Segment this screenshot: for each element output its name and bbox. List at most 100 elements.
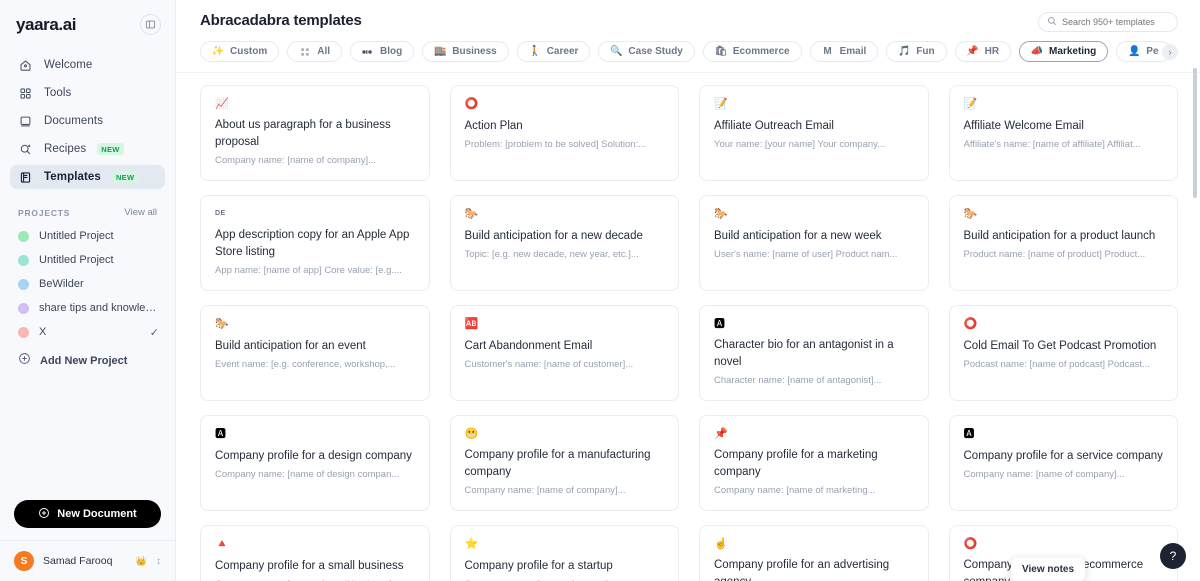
projects-list: Untitled Project Untitled Project BeWild… [0, 224, 175, 344]
chip-custom[interactable]: ✨ Custom [200, 41, 280, 62]
chip-label: Ecommerce [732, 46, 790, 57]
project-color-dot [18, 302, 29, 314]
template-subtitle: Affiliate's name: [name of affiliate] Af… [963, 139, 1141, 150]
template-subtitle: Product name: [name of product] Product.… [963, 249, 1146, 260]
chip-label: Custom [230, 46, 268, 57]
template-card[interactable]: ⭕ Cold Email To Get Podcast Promotion Podc… [948, 305, 1178, 401]
template-subtitle: Company name: [name of marketing... [714, 485, 876, 497]
list-item[interactable]: share tips and knowledg... [0, 296, 175, 320]
chip-fun[interactable]: 🎵 Fun [886, 41, 947, 62]
music-note-icon: 🎵 [898, 46, 911, 57]
list-item[interactable]: Untitled Project [0, 224, 175, 248]
template-card[interactable]: 🐎 Build anticipation for a new week User's… [699, 195, 929, 291]
template-icon: 🆎 [464, 318, 479, 330]
template-subtitle: App name: [name of app] Core value: [e.g… [215, 265, 402, 277]
template-card[interactable]: 🆎 Cart Abandonment Email Customer's name: … [449, 305, 679, 401]
sidebar-item-welcome[interactable]: Welcome [10, 53, 165, 77]
template-icon: ⭐ [464, 538, 479, 550]
category-chip-bar: ✨ Custom All Blog 🏬 Business 🚶 Career 🔍 … [200, 41, 1178, 72]
chip-career[interactable]: 🚶 Career [516, 41, 591, 62]
template-card[interactable]: 🐎 Build anticipation for a product launch… [948, 195, 1178, 291]
sidebar-item-documents[interactable]: Documents [10, 109, 165, 133]
template-icon: 🐎 [963, 208, 978, 220]
list-item[interactable]: Untitled Project [0, 248, 175, 272]
add-new-project-button[interactable]: Add New Project [0, 344, 175, 370]
pushpin-icon: 📌 [966, 46, 979, 57]
scrollbar[interactable] [1193, 68, 1197, 573]
gmail-m-icon: M [823, 46, 832, 57]
chip-ecommerce[interactable]: 🛍 Ecommerce [702, 41, 802, 62]
template-card[interactable]: ⭕ Action Plan Problem: [problem to be solv… [449, 85, 679, 181]
chevron-right-icon[interactable]: › [1162, 44, 1178, 60]
template-subtitle: Company name: [name of company]... [464, 485, 626, 497]
template-title: Company profile for a design company [215, 450, 412, 462]
template-title: Company profile for a manufacturing comp… [464, 449, 651, 479]
career-person-icon: 🚶 [528, 46, 541, 57]
document-icon [18, 114, 33, 129]
template-icon: 🅰 [963, 428, 975, 440]
template-subtitle: Customer's name: [name of customer]... [464, 359, 634, 370]
topbar: Abracadabra templates ✨ Custom [176, 0, 1200, 73]
template-card[interactable]: 📝 Affiliate Outreach Email Your name: [you… [699, 85, 929, 181]
sidebar-item-tools[interactable]: Tools [10, 81, 165, 105]
project-color-dot [18, 326, 29, 338]
project-label: BeWilder [39, 278, 84, 290]
template-subtitle: Company name: [name of company]... [215, 155, 377, 167]
template-card[interactable]: 🐎 Build anticipation for an event Event na… [200, 305, 430, 401]
template-title: Build anticipation for a new week [714, 230, 882, 242]
list-item[interactable]: X ✓ [0, 320, 175, 344]
template-title: Character bio for an antagonist in a nov… [714, 339, 894, 369]
projects-view-all-link[interactable]: View all [124, 207, 157, 218]
search-input[interactable] [1062, 17, 1169, 27]
chip-label: Career [546, 46, 579, 57]
template-title: Company profile for a startup [464, 560, 613, 572]
project-color-dot [18, 278, 29, 290]
search-box[interactable] [1038, 12, 1178, 32]
magnifier-doc-icon: 🔍 [610, 46, 623, 57]
new-document-button[interactable]: New Document [14, 500, 161, 528]
chip-hr[interactable]: 📌 HR [954, 41, 1012, 62]
template-card[interactable]: 🔺Company profile for a small businessCom… [200, 525, 430, 581]
list-item[interactable]: BeWilder [0, 272, 175, 296]
chip-label: Business [452, 46, 497, 57]
user-profile-row[interactable]: S Samad Farooq 👑 ↕ [0, 540, 175, 581]
sidebar-item-templates[interactable]: Templates NEW [10, 165, 165, 189]
grid-squares-icon [18, 86, 33, 101]
template-subtitle: Your name: [your name] Your company... [714, 139, 886, 150]
template-icon: 🅰 [714, 318, 725, 330]
help-button[interactable]: ? [1160, 543, 1186, 569]
template-card[interactable]: 📈 About us paragraph for a business propo… [200, 85, 430, 181]
template-card[interactable]: 📌 Company profile for a marketing company… [699, 415, 929, 511]
template-title: Company profile for a service company [963, 450, 1163, 462]
sidebar-item-recipes[interactable]: Recipes NEW [10, 137, 165, 161]
chip-email[interactable]: M Email [809, 41, 879, 62]
chip-business[interactable]: 🏬 Business [422, 41, 509, 62]
chevron-updown-icon[interactable]: ↕ [156, 556, 161, 567]
template-card[interactable]: 🅰 Character bio for an antagonist in a no… [699, 305, 929, 401]
chip-blog[interactable]: Blog [350, 41, 415, 62]
template-card[interactable]: 📝 Affiliate Welcome Email Affiliate's name… [948, 85, 1178, 181]
collapse-panel-icon[interactable] [140, 14, 161, 35]
template-subtitle: Topic: [e.g. new decade, new year, etc.]… [464, 249, 639, 260]
scrollbar-thumb[interactable] [1193, 68, 1197, 198]
template-card[interactable]: 😬 Company profile for a manufacturing com… [449, 415, 679, 511]
home-icon [18, 58, 33, 73]
main-content: Abracadabra templates ✨ Custom [176, 0, 1200, 581]
chip-marketing[interactable]: 📣 Marketing [1019, 41, 1109, 62]
template-card[interactable]: ☝ Company profile for an advertising agen… [699, 525, 929, 581]
grid-dots-icon [299, 46, 311, 58]
template-icon: ⭕ [464, 98, 479, 110]
template-card[interactable]: DE App description copy for an Apple App … [200, 195, 430, 291]
projects-title: PROJECTS [18, 207, 71, 218]
template-title: Cold Email To Get Podcast Promotion [963, 340, 1157, 352]
template-subtitle: Company name: [name of design compan... [215, 469, 400, 480]
chip-case-study[interactable]: 🔍 Case Study [598, 41, 695, 62]
template-card[interactable]: ⭐Company profile for a startupCompany na… [449, 525, 679, 581]
template-subtitle: Podcast name: [name of podcast] Podcast.… [963, 359, 1150, 370]
template-card[interactable]: 🅰 Company profile for a design company Com… [200, 415, 430, 511]
project-color-dot [18, 254, 29, 266]
template-icon: ☝ [714, 538, 728, 550]
template-card[interactable]: 🅰 Company profile for a service company Co… [948, 415, 1178, 511]
chip-all[interactable]: All [287, 41, 343, 62]
template-card[interactable]: 🐎 Build anticipation for a new decade Topi… [449, 195, 679, 291]
